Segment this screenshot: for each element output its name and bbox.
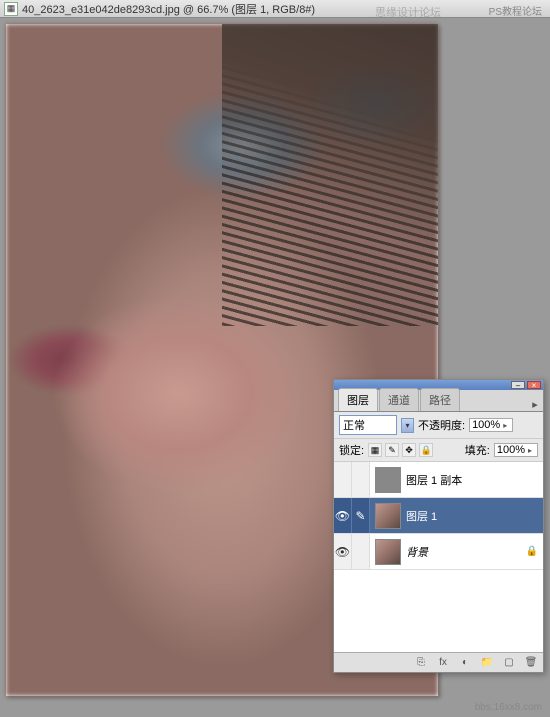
document-tab[interactable]: ▦ 40_2623_e31e042de8293cd.jpg @ 66.7% (图… bbox=[0, 0, 550, 18]
opacity-value: 100% bbox=[472, 419, 500, 431]
layer-row[interactable]: 👁 ✎ 图层 1 bbox=[334, 498, 543, 534]
watermark-top: PS教程论坛 bbox=[489, 3, 542, 18]
layer-row[interactable]: 图层 1 副本 bbox=[334, 462, 543, 498]
watermark-bottom: bbs.16xx8.com bbox=[475, 702, 542, 713]
visibility-toggle[interactable]: 👁 bbox=[334, 498, 352, 533]
visibility-toggle[interactable] bbox=[334, 462, 352, 497]
layers-panel: – × 图层 通道 路径 ▸ 正常 ▾ 不透明度: 100% ▸ 锁定: ▦ ✎… bbox=[333, 379, 544, 673]
fill-input[interactable]: 100% ▸ bbox=[494, 443, 538, 457]
visibility-toggle[interactable]: 👁 bbox=[334, 534, 352, 569]
lock-transparency-icon[interactable]: ▦ bbox=[368, 443, 382, 457]
document-title: 40_2623_e31e042de8293cd.jpg @ 66.7% (图层 … bbox=[22, 1, 315, 17]
lock-indicator-icon: 🔒 bbox=[525, 546, 539, 557]
document-icon: ▦ bbox=[4, 2, 18, 16]
link-toggle[interactable] bbox=[352, 534, 370, 569]
lock-pixels-icon[interactable]: ✎ bbox=[385, 443, 399, 457]
layer-name[interactable]: 图层 1 bbox=[406, 508, 543, 524]
minimize-button[interactable]: – bbox=[511, 381, 525, 389]
layer-name[interactable]: 图层 1 副本 bbox=[406, 472, 543, 488]
trash-icon[interactable]: 🗑 bbox=[523, 656, 539, 670]
blend-mode-dropdown-icon[interactable]: ▾ bbox=[401, 418, 414, 433]
opacity-arrow-icon[interactable]: ▸ bbox=[500, 421, 510, 430]
fx-icon[interactable]: fx bbox=[435, 656, 451, 670]
lock-position-icon[interactable]: ✥ bbox=[402, 443, 416, 457]
fill-arrow-icon[interactable]: ▸ bbox=[525, 446, 535, 455]
layer-list: 图层 1 副本 👁 ✎ 图层 1 👁 背景 🔒 bbox=[334, 462, 543, 652]
layer-thumbnail[interactable] bbox=[375, 539, 401, 565]
lock-all-icon[interactable]: 🔒 bbox=[419, 443, 433, 457]
new-layer-icon[interactable]: ▢ bbox=[501, 656, 517, 670]
layer-thumbnail[interactable] bbox=[375, 503, 401, 529]
lock-label: 锁定: bbox=[339, 442, 364, 458]
blend-opacity-row: 正常 ▾ 不透明度: 100% ▸ bbox=[334, 412, 543, 439]
opacity-label: 不透明度: bbox=[418, 417, 465, 433]
opacity-input[interactable]: 100% ▸ bbox=[469, 418, 513, 432]
mask-icon[interactable]: ◐ bbox=[457, 656, 473, 670]
layer-name[interactable]: 背景 bbox=[406, 544, 525, 560]
photo-hair bbox=[222, 24, 438, 326]
link-toggle[interactable] bbox=[352, 462, 370, 497]
link-layers-icon[interactable]: ⎘ bbox=[413, 656, 429, 670]
tab-channels[interactable]: 通道 bbox=[379, 388, 419, 411]
lock-fill-row: 锁定: ▦ ✎ ✥ 🔒 填充: 100% ▸ bbox=[334, 439, 543, 462]
blend-mode-select[interactable]: 正常 bbox=[339, 415, 397, 435]
panel-menu-icon[interactable]: ▸ bbox=[527, 398, 543, 411]
tab-layers[interactable]: 图层 bbox=[338, 388, 378, 411]
layer-row[interactable]: 👁 背景 🔒 bbox=[334, 534, 543, 570]
lock-buttons: ▦ ✎ ✥ 🔒 bbox=[368, 443, 433, 457]
panel-tabs: 图层 通道 路径 ▸ bbox=[334, 390, 543, 412]
close-button[interactable]: × bbox=[527, 381, 541, 389]
layer-thumbnail[interactable] bbox=[375, 467, 401, 493]
tab-paths[interactable]: 路径 bbox=[420, 388, 460, 411]
panel-footer: ⎘ fx ◐ 📁 ▢ 🗑 bbox=[334, 652, 543, 672]
folder-icon[interactable]: 📁 bbox=[479, 656, 495, 670]
blend-mode-value: 正常 bbox=[343, 417, 365, 433]
fill-label: 填充: bbox=[465, 442, 490, 458]
fill-value: 100% bbox=[497, 444, 525, 456]
link-toggle[interactable]: ✎ bbox=[352, 498, 370, 533]
